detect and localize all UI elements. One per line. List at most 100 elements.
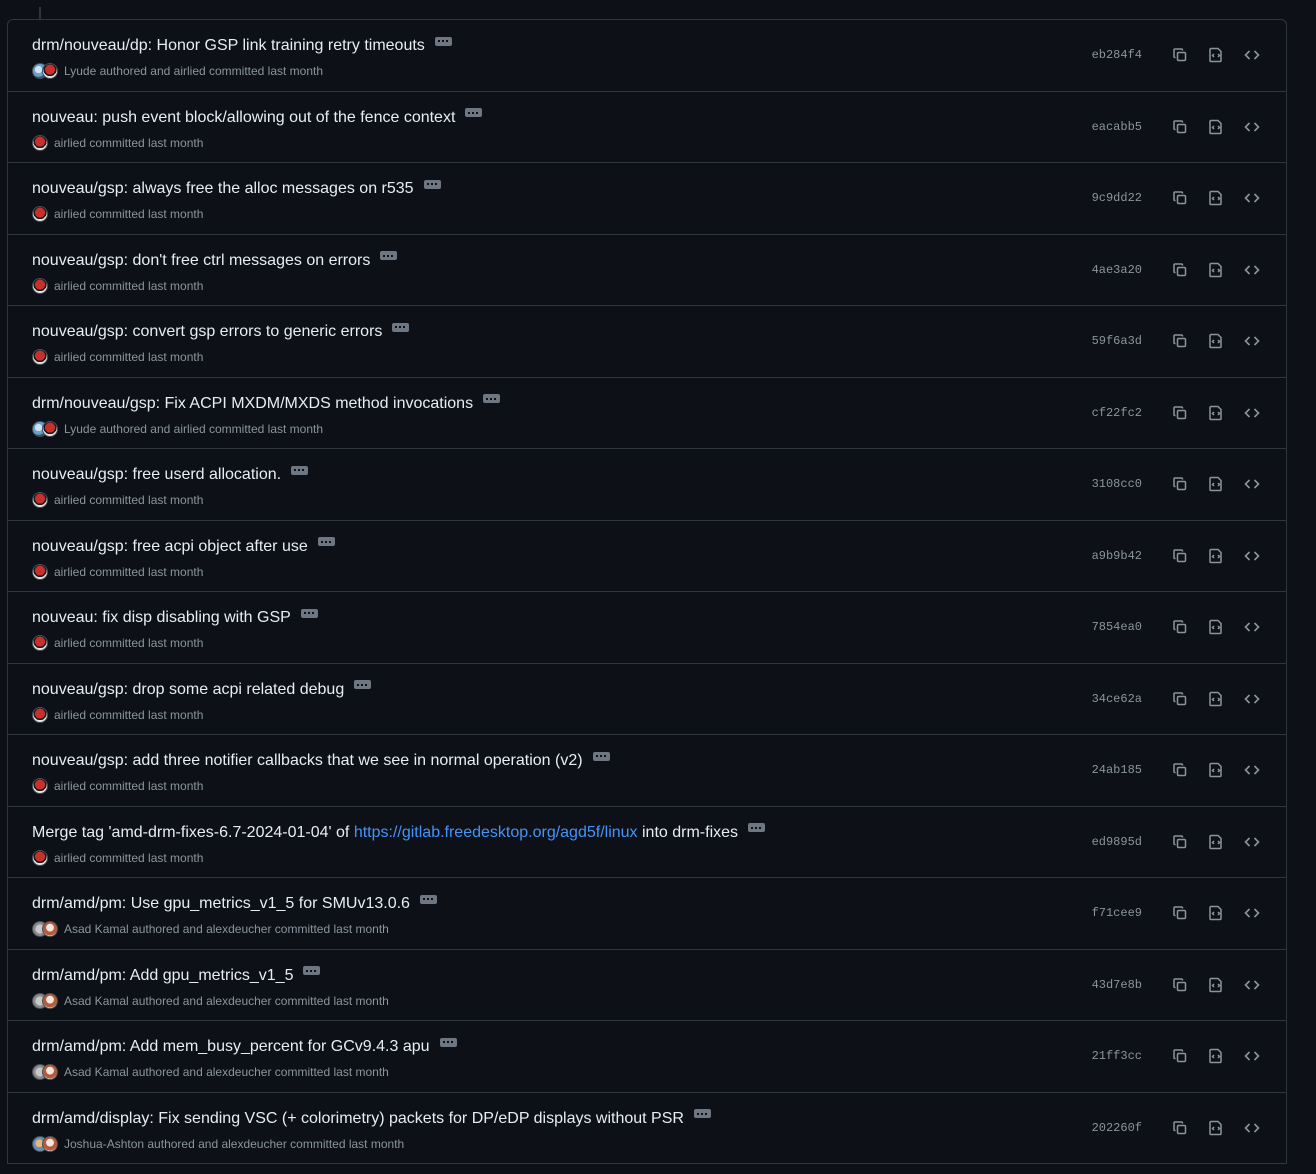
expand-message-button[interactable] [748, 823, 766, 832]
expand-message-button[interactable] [300, 608, 318, 618]
commit-sha-link[interactable]: 43d7e8b [1092, 978, 1142, 992]
commit-title-link[interactable]: https://gitlab.freedesktop.org/agd5f/lin… [354, 824, 638, 842]
avatar-stack[interactable] [32, 492, 48, 508]
expand-message-button[interactable] [354, 680, 372, 689]
copy-sha-button[interactable] [1170, 546, 1190, 566]
avatar[interactable] [42, 992, 58, 1009]
browse-repo-button[interactable] [1242, 474, 1262, 494]
view-diff-button[interactable] [1206, 403, 1226, 423]
commit-title[interactable]: drm/amd/pm: Add gpu_metrics_v1_5 [32, 967, 293, 985]
commit-row[interactable]: nouveau/gsp: free userd allocation. airli… [8, 449, 1286, 521]
commit-title[interactable]: drm/nouveau/gsp: Fix ACPI MXDM/MXDS meth… [32, 395, 473, 413]
commit-title[interactable]: nouveau/gsp: free acpi object after use [32, 538, 308, 556]
view-diff-button[interactable] [1206, 188, 1226, 208]
commit-sha-link[interactable]: 4ae3a20 [1092, 263, 1142, 277]
commit-sha-link[interactable]: 9c9dd22 [1092, 191, 1142, 205]
commit-row[interactable]: drm/amd/pm: Add mem_busy_percent for GCv… [8, 1021, 1286, 1093]
commit-row[interactable]: nouveau/gsp: drop some acpi related debu… [8, 664, 1286, 735]
commit-row[interactable]: nouveau/gsp: convert gsp errors to gener… [8, 306, 1286, 378]
view-diff-button[interactable] [1206, 1118, 1226, 1138]
browse-repo-button[interactable] [1242, 1046, 1262, 1066]
avatar-stack[interactable] [32, 1064, 58, 1080]
commit-sha-link[interactable]: 59f6a3d [1092, 334, 1142, 348]
commit-sha-link[interactable]: 21ff3cc [1092, 1049, 1142, 1063]
commit-row[interactable]: nouveau/gsp: free acpi object after use a… [8, 521, 1286, 592]
avatar[interactable] [32, 635, 48, 651]
view-diff-button[interactable] [1206, 45, 1226, 65]
avatar[interactable] [32, 277, 48, 294]
expand-message-button[interactable] [483, 394, 501, 403]
avatar-stack[interactable] [32, 63, 58, 79]
avatar-stack[interactable] [32, 778, 48, 794]
commit-title-suffix[interactable]: into drm-fixes [638, 824, 738, 842]
commit-sha-link[interactable]: a9b9b42 [1092, 549, 1142, 563]
avatar-stack[interactable] [32, 349, 48, 365]
copy-sha-button[interactable] [1170, 975, 1190, 995]
commit-title[interactable]: nouveau/gsp: convert gsp errors to gener… [32, 323, 382, 341]
commit-sha-link[interactable]: ed9895d [1092, 835, 1142, 849]
browse-repo-button[interactable] [1242, 260, 1262, 280]
copy-sha-button[interactable] [1170, 188, 1190, 208]
commit-sha-link[interactable]: eacabb5 [1092, 120, 1142, 134]
commit-title[interactable]: nouveau/gsp: always free the alloc messa… [32, 180, 414, 198]
commit-row[interactable]: nouveau/gsp: add three notifier callback… [8, 735, 1286, 807]
expand-message-button[interactable] [380, 251, 398, 260]
browse-repo-button[interactable] [1242, 403, 1262, 423]
view-diff-button[interactable] [1206, 260, 1226, 280]
commit-sha-link[interactable]: 34ce62a [1092, 692, 1142, 706]
commit-sha-link[interactable]: eb284f4 [1092, 48, 1142, 62]
avatar[interactable] [32, 206, 48, 222]
commit-sha-link[interactable]: 24ab185 [1092, 763, 1142, 777]
browse-repo-button[interactable] [1242, 975, 1262, 995]
browse-repo-button[interactable] [1242, 617, 1262, 637]
commit-row[interactable]: drm/nouveau/dp: Honor GSP link training … [8, 20, 1286, 92]
expand-message-button[interactable] [291, 465, 309, 475]
copy-sha-button[interactable] [1170, 1046, 1190, 1066]
browse-repo-button[interactable] [1242, 689, 1262, 709]
avatar[interactable] [32, 492, 48, 508]
commit-title[interactable]: nouveau/gsp: free userd allocation. [32, 466, 281, 484]
copy-sha-button[interactable] [1170, 760, 1190, 780]
avatar[interactable] [42, 1135, 58, 1152]
copy-sha-button[interactable] [1170, 832, 1190, 852]
commit-row[interactable]: Merge tag 'amd-drm-fixes-6.7-2024-01-04'… [8, 807, 1286, 878]
commit-sha-link[interactable]: 7854ea0 [1092, 620, 1142, 634]
expand-message-button[interactable] [423, 179, 441, 189]
commit-title[interactable]: nouveau/gsp: drop some acpi related debu… [32, 681, 344, 699]
avatar[interactable] [42, 420, 58, 437]
expand-message-button[interactable] [317, 537, 335, 546]
view-diff-button[interactable] [1206, 689, 1226, 709]
commit-title[interactable]: drm/amd/display: Fix sending VSC (+ colo… [32, 1110, 684, 1128]
view-diff-button[interactable] [1206, 617, 1226, 637]
view-diff-button[interactable] [1206, 832, 1226, 852]
view-diff-button[interactable] [1206, 546, 1226, 566]
commit-title[interactable]: drm/nouveau/dp: Honor GSP link training … [32, 37, 425, 55]
view-diff-button[interactable] [1206, 903, 1226, 923]
expand-message-button[interactable] [439, 1037, 457, 1047]
browse-repo-button[interactable] [1242, 117, 1262, 137]
view-diff-button[interactable] [1206, 760, 1226, 780]
copy-sha-button[interactable] [1170, 689, 1190, 709]
browse-repo-button[interactable] [1242, 832, 1262, 852]
commit-row[interactable]: nouveau/gsp: don't free ctrl messages on… [8, 235, 1286, 306]
commit-title-prefix[interactable]: Merge tag 'amd-drm-fixes-6.7-2024-01-04'… [32, 824, 354, 842]
browse-repo-button[interactable] [1242, 331, 1262, 351]
avatar-stack[interactable] [32, 206, 48, 222]
copy-sha-button[interactable] [1170, 403, 1190, 423]
expand-message-button[interactable] [592, 751, 610, 761]
view-diff-button[interactable] [1206, 975, 1226, 995]
commit-row[interactable]: drm/amd/pm: Use gpu_metrics_v1_5 for SMU… [8, 878, 1286, 950]
commit-title[interactable]: nouveau/gsp: don't free ctrl messages on… [32, 252, 370, 270]
view-diff-button[interactable] [1206, 1046, 1226, 1066]
avatar[interactable] [32, 778, 48, 794]
expand-message-button[interactable] [419, 894, 437, 904]
avatar[interactable] [42, 1064, 58, 1080]
avatar-stack[interactable] [32, 1135, 58, 1152]
view-diff-button[interactable] [1206, 117, 1226, 137]
avatar[interactable] [42, 63, 58, 79]
avatar-stack[interactable] [32, 635, 48, 651]
avatar[interactable] [32, 849, 48, 866]
avatar[interactable] [32, 134, 48, 151]
copy-sha-button[interactable] [1170, 903, 1190, 923]
avatar-stack[interactable] [32, 420, 58, 437]
